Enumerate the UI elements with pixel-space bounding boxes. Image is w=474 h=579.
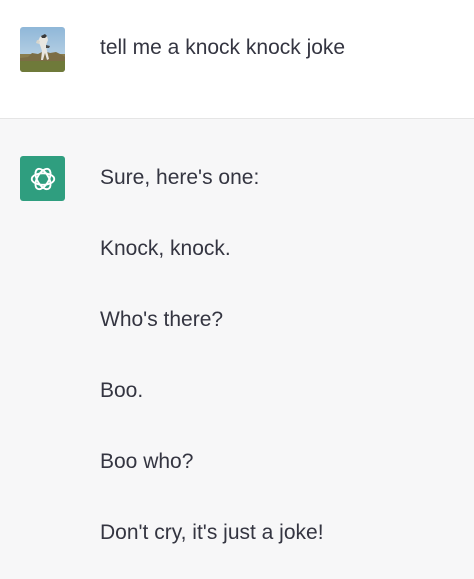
user-message-row: tell me a knock knock joke (0, 0, 474, 118)
assistant-line: Boo who? (100, 450, 194, 473)
assistant-message-row: Sure, here's one: Knock, knock. Who's th… (0, 118, 474, 579)
assistant-line: Knock, knock. (100, 237, 231, 260)
user-message-text: tell me a knock knock joke (100, 36, 346, 59)
chat-thread: tell me a knock knock joke Sure, here's … (0, 0, 474, 579)
openai-logo-icon (30, 167, 55, 190)
assistant-line: Boo. (100, 379, 144, 402)
assistant-avatar (20, 156, 65, 201)
assistant-message-text: Sure, here's one: Knock, knock. Who's th… (100, 165, 464, 546)
assistant-line: Who's there? (100, 308, 224, 331)
user-photo-avatar-icon (20, 27, 65, 72)
assistant-line: Sure, here's one: (100, 166, 260, 189)
assistant-line: Don't cry, it's just a joke! (100, 521, 324, 544)
user-avatar (20, 27, 65, 72)
